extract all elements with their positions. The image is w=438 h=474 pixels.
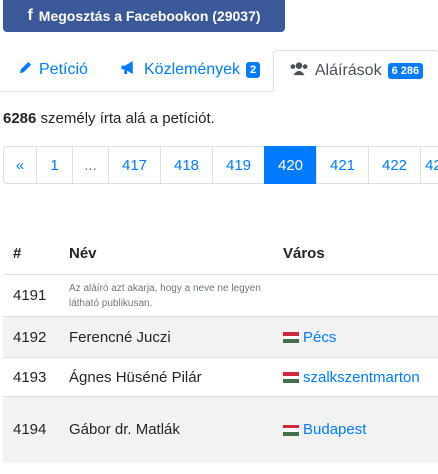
column-header-number: # [13, 244, 22, 262]
tab-announcements[interactable]: Közlemények 2 [120, 50, 261, 90]
row-name: Gábor dr. Matlák [69, 421, 180, 439]
city-link[interactable]: Budapest [303, 421, 366, 438]
pencil-icon [18, 60, 33, 80]
table-row: 4191 Az aláíró azt akarja, hogy a neve n… [3, 274, 438, 317]
row-city: Budapest [273, 397, 438, 463]
facebook-icon: f [27, 7, 33, 24]
table-row: 4193 Ágnes Hüséné Pilár szalkszentmarton [3, 357, 438, 397]
row-city [273, 275, 438, 317]
page-item[interactable]: 1 [36, 146, 73, 184]
page-item[interactable]: 42 [420, 146, 438, 184]
facebook-share-button[interactable]: f Megosztás a Facebookon (29037) [3, 0, 285, 32]
row-number: 4192 [13, 328, 47, 346]
tab-signatures[interactable]: Aláírások 6 286 [273, 50, 438, 92]
tab-petition[interactable]: Petíció [18, 50, 88, 90]
signature-count: 6286 [3, 110, 37, 127]
page-item[interactable]: 422 [368, 146, 421, 184]
page-ellipsis: ... [72, 146, 109, 184]
announcements-count-badge: 2 [246, 62, 261, 78]
city-link[interactable]: szalkszentmarton [303, 369, 420, 386]
signatures-count-badge: 6 286 [387, 63, 424, 79]
tab-bar: Petíció Közlemények 2 Aláírások 6 286 [0, 50, 438, 92]
hungary-flag-icon [283, 424, 299, 436]
hungary-flag-icon [283, 372, 299, 383]
row-number: 4194 [13, 421, 47, 439]
row-name: Ágnes Hüséné Pilár [69, 368, 202, 386]
tab-petition-label: Petíció [39, 61, 88, 78]
column-header-city: Város [283, 244, 325, 262]
row-city: Pécs [273, 317, 438, 358]
pagination: « 1 ... 417 418 419 420 421 422 42 [3, 146, 438, 184]
row-number: 4191 [13, 287, 47, 304]
page-item[interactable]: 418 [160, 146, 213, 184]
row-city: szalkszentmarton [273, 358, 438, 397]
table-row: 4192 Ferencné Juczi Pécs [3, 316, 438, 358]
row-name: Ferencné Juczi [69, 328, 171, 346]
page-prev[interactable]: « [3, 146, 37, 184]
signature-summary-text: személy írta alá a petíciót. [36, 110, 215, 127]
page-item[interactable]: 417 [108, 146, 161, 184]
column-header-name: Név [69, 244, 97, 262]
page-current[interactable]: 420 [264, 146, 317, 184]
users-icon [289, 61, 309, 81]
signatures-table: # Név Város 4191 Az aláíró azt akarja, h… [3, 232, 438, 463]
anonymous-notice: Az aláíró azt akarja, hogy a neve ne leg… [69, 282, 261, 309]
hungary-flag-icon [283, 332, 299, 343]
tab-signatures-label: Aláírások [314, 62, 382, 79]
bullhorn-icon [120, 60, 138, 80]
tab-announcements-label: Közlemények [144, 61, 241, 78]
table-row: 4194 Gábor dr. Matlák Budapest [3, 396, 438, 463]
page-item[interactable]: 421 [316, 146, 369, 184]
table-header-row: # Név Város [3, 232, 438, 275]
city-link[interactable]: Pécs [303, 329, 336, 346]
signature-summary: 6286 személy írta alá a petíciót. [3, 110, 215, 127]
page-item[interactable]: 419 [212, 146, 265, 184]
row-number: 4193 [13, 368, 47, 386]
facebook-share-label: Megosztás a Facebookon (29037) [38, 8, 261, 24]
